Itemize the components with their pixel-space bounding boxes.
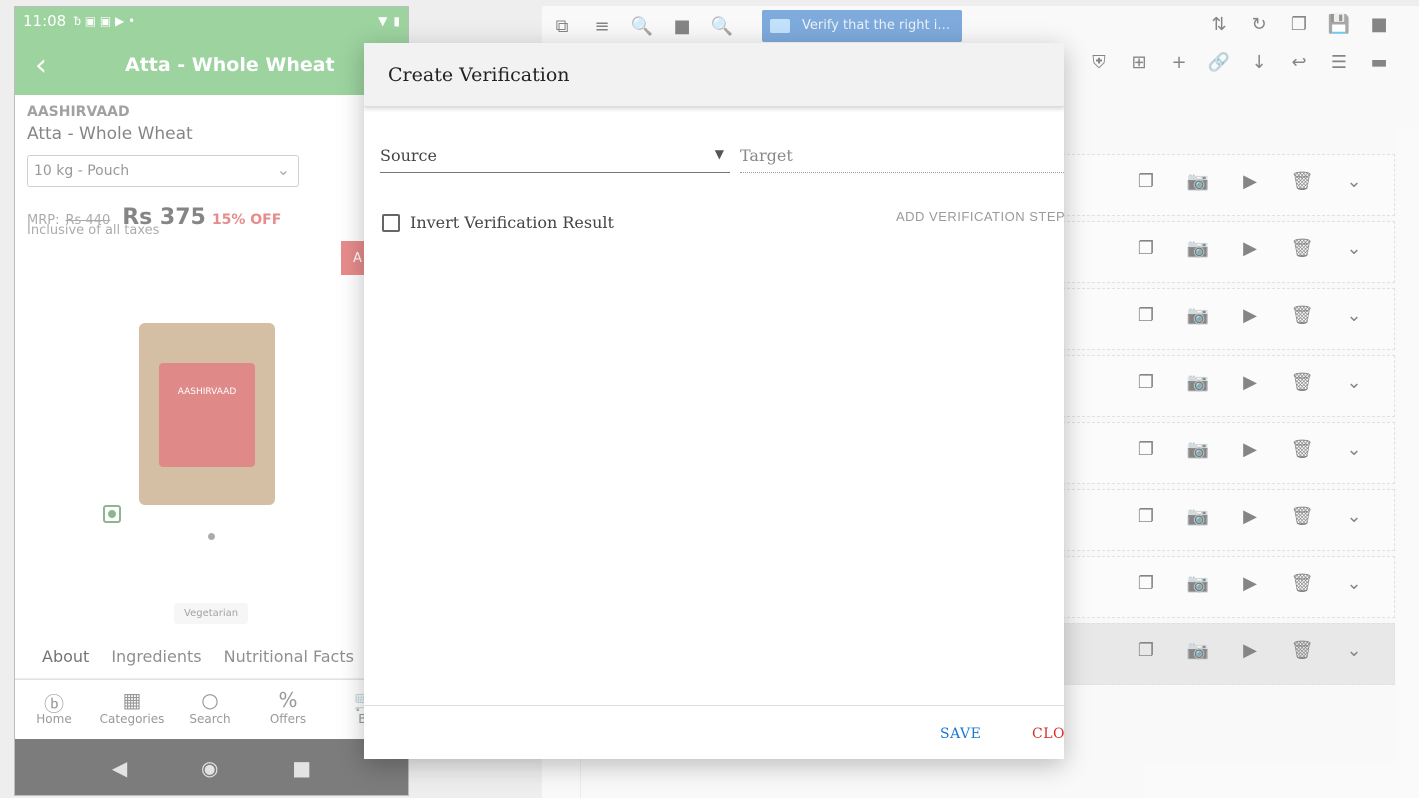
target-field[interactable]: Target xyxy=(740,141,1064,173)
source-select[interactable]: Source ▼ xyxy=(380,141,730,173)
create-verification-dialog: Create Verification Source ▼ Target Inve… xyxy=(364,43,1064,759)
source-placeholder: Source xyxy=(380,146,437,165)
save-button[interactable]: SAVE xyxy=(940,726,981,742)
add-verification-step-button[interactable]: ADD VERIFICATION STEP xyxy=(896,209,1064,224)
invert-label: Invert Verification Result xyxy=(410,213,614,232)
close-button[interactable]: CLOSE xyxy=(1032,726,1064,742)
invert-result-option[interactable]: Invert Verification Result xyxy=(382,213,614,232)
dialog-title: Create Verification xyxy=(388,64,570,86)
target-placeholder: Target xyxy=(740,146,793,165)
dialog-footer: SAVE CLOSE xyxy=(364,705,1064,759)
dropdown-arrow-icon: ▼ xyxy=(714,147,724,161)
invert-checkbox[interactable] xyxy=(382,213,400,232)
dialog-header: Create Verification xyxy=(364,43,1064,107)
